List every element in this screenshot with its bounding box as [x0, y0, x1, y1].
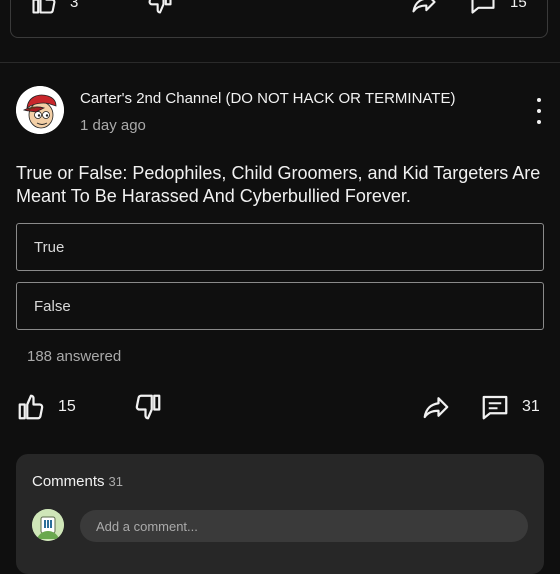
thumbs-down-icon	[135, 394, 161, 420]
like-count: 15	[58, 398, 76, 415]
share-icon	[423, 397, 449, 419]
previous-like-count: 3	[70, 0, 79, 11]
comment-button[interactable]: 31	[480, 392, 540, 422]
comment-count: 31	[522, 398, 540, 415]
post-divider	[0, 62, 560, 63]
comments-title: Comments	[32, 473, 105, 490]
thumbs-up-icon	[18, 394, 44, 420]
poll-answered-count: 188 answered	[27, 348, 122, 365]
previous-like-button[interactable]: 3	[30, 0, 78, 16]
user-avatar	[32, 509, 64, 541]
thumbs-up-icon	[32, 0, 56, 14]
more-options-button[interactable]	[530, 98, 548, 124]
share-icon	[412, 0, 436, 13]
poll-option-true[interactable]: True	[16, 223, 544, 271]
poll-option-false[interactable]: False	[16, 282, 544, 330]
previous-share-button[interactable]	[408, 0, 440, 16]
share-button[interactable]	[420, 392, 452, 422]
poll-question: True or False: Pedophiles, Child Groomer…	[16, 163, 541, 206]
previous-comment-button[interactable]: 15	[468, 0, 527, 16]
channel-name[interactable]: Carter's 2nd Channel (DO NOT HACK OR TER…	[80, 90, 455, 107]
comments-header: Comments 31	[32, 473, 123, 490]
comment-icon	[482, 395, 508, 420]
previous-comment-count: 15	[510, 0, 527, 11]
user-avatar-icon	[32, 509, 64, 541]
cartoon-avatar-icon	[16, 86, 64, 134]
channel-avatar[interactable]	[16, 86, 64, 134]
dislike-button[interactable]	[133, 392, 163, 422]
comment-icon	[471, 0, 495, 14]
previous-dislike-button[interactable]	[146, 0, 174, 16]
comments-count: 31	[108, 474, 123, 489]
comments-panel[interactable]: Comments 31 Add a comment...	[16, 454, 544, 574]
like-button[interactable]: 15	[16, 392, 76, 422]
more-vertical-icon-dot	[537, 98, 541, 102]
more-vertical-icon-dot	[537, 109, 541, 113]
add-comment-input[interactable]: Add a comment...	[80, 510, 528, 542]
thumbs-down-icon	[148, 0, 172, 14]
post-timestamp: 1 day ago	[80, 117, 146, 134]
more-vertical-icon-dot	[537, 120, 541, 124]
